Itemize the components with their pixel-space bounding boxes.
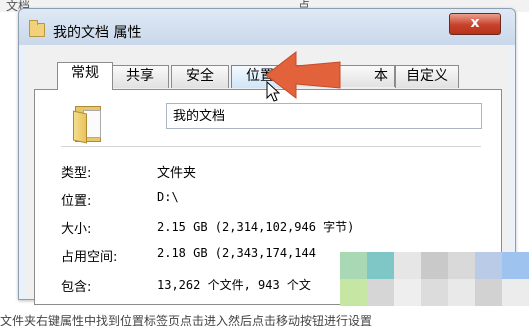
property-value: D:\ xyxy=(157,190,179,204)
tab-general[interactable]: 常规 xyxy=(57,62,113,90)
property-value: 文件夹 xyxy=(157,166,197,181)
divider xyxy=(61,146,481,147)
property-label: 包含: xyxy=(61,280,92,295)
pixelated-watermark xyxy=(340,244,529,306)
tab-customize[interactable]: 自定义 xyxy=(395,65,459,88)
property-value: 2.15 GB (2,314,102,946 字节) xyxy=(157,220,355,234)
property-value: 2.18 GB (2,343,174,144 xyxy=(157,246,316,260)
folder-icon xyxy=(73,106,103,144)
tab-sharing[interactable]: 共享 xyxy=(111,65,169,88)
window-title: 我的文档 属性 xyxy=(53,25,142,41)
close-icon: x xyxy=(470,15,480,31)
close-button[interactable]: x xyxy=(449,13,501,35)
folder-icon xyxy=(29,20,45,37)
mouse-pointer-icon xyxy=(266,81,280,102)
property-label: 位置: xyxy=(61,194,92,209)
bottom-caption: 文件夹右键属性中找到位置标签页点击进入然后点击移动按钮进行设置 xyxy=(0,312,529,326)
tab-security[interactable]: 安全 xyxy=(171,65,229,88)
property-label: 大小: xyxy=(61,222,92,237)
property-label: 类型: xyxy=(61,166,92,181)
property-value: 13,262 个文件, 943 个文 xyxy=(157,278,311,292)
folder-name-input[interactable]: 我的文档 xyxy=(166,103,482,129)
title-bar[interactable]: 我的文档 属性 x xyxy=(19,9,515,45)
property-label: 占用空间: xyxy=(61,250,118,265)
